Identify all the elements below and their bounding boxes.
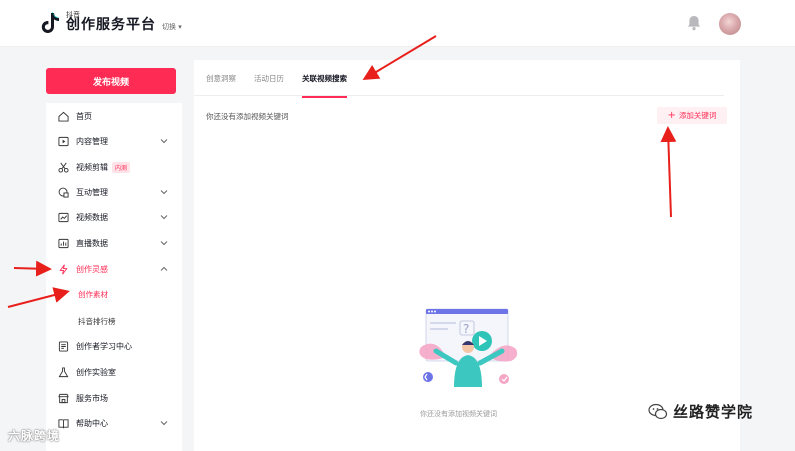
chevron-down-icon — [160, 139, 168, 144]
sidebar-item-video-edit[interactable]: 视频剪辑 内测 — [58, 157, 174, 177]
plus-icon: + — [667, 109, 676, 121]
chart-icon — [58, 212, 69, 222]
arrow-to-inspiration — [13, 260, 52, 277]
sidebar-item-label: 首页 — [76, 111, 92, 121]
sub-item-creative-material[interactable]: 创作素材 — [78, 289, 108, 300]
content-icon — [58, 136, 69, 146]
sidebar-menu: 首页 内容管理 视频剪辑 内测 互动管理 视频数据 直播数据 创作灵感 创作素材… — [46, 103, 182, 451]
sidebar: 发布视频 首页 内容管理 视频剪辑 内测 互动管理 视频数据 直播数据 创作灵感… — [46, 60, 182, 451]
store-icon — [58, 393, 69, 403]
top-bar: 抖音 创作服务平台 切换 ▾ — [0, 0, 795, 47]
sidebar-item-label: 创作实验室 — [76, 367, 116, 377]
sidebar-item-label: 创作者学习中心 — [76, 341, 132, 351]
douyin-logo-icon — [41, 12, 59, 33]
chevron-down-icon — [160, 190, 168, 195]
sidebar-item-inspiration[interactable]: 创作灵感 — [58, 259, 174, 279]
sidebar-item-help-center[interactable]: 帮助中心 — [58, 413, 174, 433]
sidebar-item-lab[interactable]: 创作实验室 — [58, 362, 174, 382]
chevron-down-icon — [160, 241, 168, 246]
logo[interactable]: 抖音 创作服务平台 切换 ▾ — [40, 11, 182, 34]
interaction-icon — [58, 187, 69, 198]
main-panel: 创意洞察 活动日历 关联视频搜索 你还没有添加视频关键词 + 添加关键词 ? 你… — [194, 60, 740, 451]
watermark-left: 六脉跨境 — [8, 429, 61, 443]
sidebar-item-content[interactable]: 内容管理 — [58, 131, 174, 151]
switch-label: 切换 — [162, 23, 176, 31]
beta-badge: 内测 — [112, 161, 131, 173]
chevron-down-icon — [160, 215, 168, 220]
sub-item-douyin-ranking[interactable]: 抖音排行榜 — [78, 316, 116, 327]
flask-icon — [58, 366, 69, 377]
sidebar-item-label: 视频数据 — [76, 212, 108, 222]
switch-button[interactable]: 切换 ▾ — [162, 22, 182, 32]
logo-small-text: 抖音 — [66, 11, 80, 19]
sidebar-item-label: 创作灵感 — [76, 264, 108, 274]
chevron-down-icon — [160, 421, 168, 426]
scissors-icon — [58, 162, 69, 173]
book-icon — [58, 340, 69, 352]
svg-text:?: ? — [463, 322, 469, 336]
watermark-right: 丝路赞学院 — [648, 401, 753, 422]
tab-divider — [194, 95, 724, 96]
no-keyword-hint: 你还没有添加视频关键词 — [206, 112, 289, 121]
lightning-icon — [59, 263, 68, 275]
sidebar-item-home[interactable]: 首页 — [58, 106, 174, 126]
home-icon — [58, 111, 69, 122]
sidebar-item-label: 直播数据 — [76, 238, 108, 248]
sidebar-item-video-data[interactable]: 视频数据 — [58, 207, 174, 227]
sidebar-item-label: 内容管理 — [76, 136, 108, 146]
watermark-right-text: 丝路赞学院 — [673, 403, 754, 421]
empty-state-caption: 你还没有添加视频关键词 — [420, 410, 497, 418]
sidebar-item-label: 服务市场 — [76, 393, 108, 403]
bell-icon[interactable] — [687, 15, 701, 31]
publish-video-button[interactable]: 发布视频 — [46, 68, 176, 94]
user-avatar[interactable] — [719, 13, 741, 35]
sidebar-item-live-data[interactable]: 直播数据 — [58, 233, 174, 253]
sidebar-item-learning-center[interactable]: 创作者学习中心 — [58, 336, 174, 356]
wechat-icon — [648, 403, 668, 419]
add-keyword-button[interactable]: + 添加关键词 — [657, 107, 727, 124]
add-keyword-label: 添加关键词 — [678, 111, 717, 120]
sidebar-item-label: 互动管理 — [76, 187, 108, 197]
sidebar-item-label: 帮助中心 — [76, 418, 108, 428]
empty-state-illustration: ? — [419, 308, 518, 387]
live-icon — [58, 238, 69, 248]
sidebar-item-interaction[interactable]: 互动管理 — [58, 182, 174, 202]
chevron-up-icon — [160, 266, 168, 271]
sidebar-item-label: 视频剪辑 — [76, 162, 108, 172]
sidebar-item-service-market[interactable]: 服务市场 — [58, 388, 174, 408]
